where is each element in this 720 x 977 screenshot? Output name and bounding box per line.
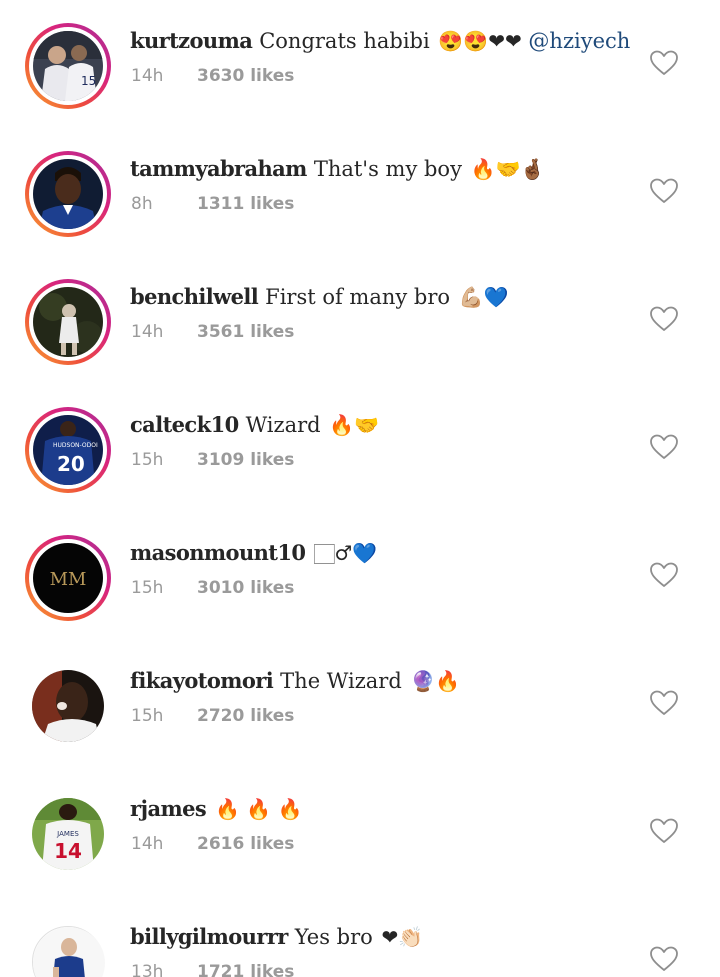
comment-text: Congrats habibi — [259, 29, 430, 53]
comment-row: fikayotomori The Wizard 🔮🔥 15h 2720 likes — [0, 640, 720, 768]
heart-outline-icon — [650, 562, 678, 588]
comment-username[interactable]: kurtzouma — [130, 28, 253, 53]
heart-outline-icon — [650, 818, 678, 844]
like-button[interactable] — [650, 50, 678, 76]
comment-time: 15h — [131, 706, 164, 726]
avatar[interactable]: JAMES 14 — [32, 798, 104, 870]
comment-emojis: 🏻♂💙 — [314, 541, 378, 565]
comment-text: First of many bro — [265, 285, 451, 309]
comment-likes[interactable]: 3561 likes — [197, 322, 294, 342]
comment-emojis: 😍😍❤❤ — [438, 29, 522, 53]
avatar-shirt-number: 14 — [54, 839, 82, 863]
comment-emojis: 🔥 🔥 🔥 — [215, 797, 303, 821]
comment-row: MM masonmount10 🏻♂💙 15h 3010 likes — [0, 512, 720, 640]
comment-row: 20 HUDSON-ODOI calteck10 Wizard 🔥🤝 15h 310… — [0, 384, 720, 512]
like-button[interactable] — [650, 306, 678, 332]
story-ring[interactable] — [25, 279, 111, 365]
comment-time: 14h — [131, 322, 164, 342]
avatar[interactable]: 20 HUDSON-ODOI — [33, 415, 103, 485]
avatar-frame — [25, 919, 111, 977]
avatar[interactable]: 15 — [33, 31, 103, 101]
comment-row: JAMES 14 rjames 🔥 🔥 🔥 14h 2616 likes — [0, 768, 720, 896]
comment-username[interactable]: fikayotomori — [130, 668, 274, 693]
comment-username[interactable]: billygilmourrr — [130, 924, 288, 949]
heart-outline-icon — [650, 178, 678, 204]
avatar[interactable] — [32, 670, 104, 742]
comment-time: 13h — [131, 962, 164, 977]
story-ring[interactable]: MM — [25, 535, 111, 621]
comments-list: 15 kurtzouma Congrats habibi 😍😍❤❤ @hziyec… — [0, 0, 720, 977]
story-ring[interactable]: 15 — [25, 23, 111, 109]
avatar[interactable] — [33, 927, 105, 977]
comment-time: 14h — [131, 66, 164, 86]
comment-likes[interactable]: 2720 likes — [197, 706, 294, 726]
comment-emojis: ❤👏🏻 — [381, 925, 424, 949]
avatar[interactable] — [33, 287, 103, 357]
story-ring[interactable] — [25, 151, 111, 237]
heart-outline-icon — [650, 306, 678, 332]
svg-text:20: 20 — [57, 452, 85, 476]
comment-time: 15h — [131, 578, 164, 598]
comment-username[interactable]: tammyabraham — [130, 156, 307, 181]
comment-username[interactable]: rjames — [130, 796, 207, 821]
comment-text: That's my boy — [313, 157, 462, 181]
svg-text:HUDSON-ODOI: HUDSON-ODOI — [53, 442, 98, 449]
story-ring[interactable]: 20 HUDSON-ODOI — [25, 407, 111, 493]
like-button[interactable] — [650, 690, 678, 716]
comment-row: 15 kurtzouma Congrats habibi 😍😍❤❤ @hziyec… — [0, 0, 720, 128]
comment-username[interactable]: benchilwell — [130, 284, 259, 309]
heart-outline-icon — [650, 50, 678, 76]
svg-text:15: 15 — [81, 74, 96, 88]
comment-row: benchilwell First of many bro 💪🏼💙 14h 3561… — [0, 256, 720, 384]
comment-emojis: 🔥🤝🤞🏾 — [470, 157, 546, 181]
svg-text:JAMES: JAMES — [56, 830, 79, 838]
comment-likes[interactable]: 3630 likes — [197, 66, 294, 86]
avatar-frame — [25, 663, 111, 749]
comment-mention[interactable]: @hziyech — [528, 29, 630, 53]
comment-time: 8h — [131, 194, 153, 214]
comment-likes[interactable]: 2616 likes — [197, 834, 294, 854]
comment-emojis: 💪🏼💙 — [458, 285, 509, 309]
comment-row: tammyabraham That's my boy 🔥🤝🤞🏾 8h 1311 li… — [0, 128, 720, 256]
avatar-logo-text: MM — [50, 569, 87, 590]
comment-likes[interactable]: 3109 likes — [197, 450, 294, 470]
avatar[interactable]: MM — [33, 543, 103, 613]
comment-time: 14h — [131, 834, 164, 854]
comment-likes[interactable]: 3010 likes — [197, 578, 294, 598]
comment-row: billygilmourrr Yes bro ❤👏🏻 13h 1721 likes — [0, 896, 720, 977]
comment-username[interactable]: calteck10 — [130, 412, 239, 437]
comment-text: Yes bro — [294, 925, 373, 949]
heart-outline-icon — [650, 434, 678, 460]
comment-time: 15h — [131, 450, 164, 470]
like-button[interactable] — [650, 562, 678, 588]
heart-outline-icon — [650, 690, 678, 716]
comment-likes[interactable]: 1721 likes — [197, 962, 294, 977]
avatar-frame: JAMES 14 — [25, 791, 111, 877]
like-button[interactable] — [650, 178, 678, 204]
like-button[interactable] — [650, 818, 678, 844]
like-button[interactable] — [650, 434, 678, 460]
avatar[interactable] — [33, 159, 103, 229]
comment-likes[interactable]: 1311 likes — [197, 194, 294, 214]
heart-outline-icon — [650, 946, 678, 972]
comment-text: The Wizard — [280, 669, 402, 693]
comment-emojis: 🔥🤝 — [329, 413, 380, 437]
comment-username[interactable]: masonmount10 — [130, 540, 306, 565]
comment-emojis: 🔮🔥 — [410, 669, 461, 693]
like-button[interactable] — [650, 946, 678, 972]
comment-text: Wizard — [245, 413, 321, 437]
